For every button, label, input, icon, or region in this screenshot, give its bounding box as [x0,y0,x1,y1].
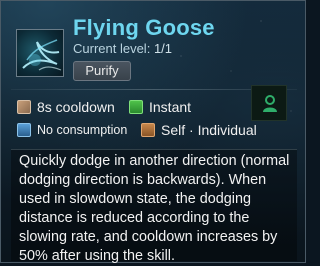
flying-goose-skill-icon [16,29,64,77]
level-value: 1/1 [153,41,173,56]
cooldown-text: 8s cooldown [37,99,115,115]
talent-slot[interactable] [251,85,287,121]
target-stat: Self · Individual [141,122,257,138]
hourglass-icon [17,100,31,114]
person-icon [263,95,277,112]
purify-badge: Purify [73,61,131,81]
shield-icon [141,123,155,137]
skill-description: Quickly dodge in another direction (norm… [19,153,290,264]
current-level: Current level: 1/1 [73,41,172,56]
consumption-stat: No consumption [17,123,127,137]
cast-type-stat: Instant [129,99,191,115]
cooldown-stat: 8s cooldown [17,99,115,115]
level-label: Current level: [73,41,151,56]
mana-icon [17,123,31,137]
skill-tooltip: Flying Goose Current level: 1/1 Purify 8… [0,0,306,264]
skill-name: Flying Goose [73,15,215,40]
consumption-text: No consumption [37,123,128,137]
target-text: Self · Individual [161,122,257,138]
cast-type-text: Instant [149,99,192,115]
lightning-icon [129,100,143,114]
